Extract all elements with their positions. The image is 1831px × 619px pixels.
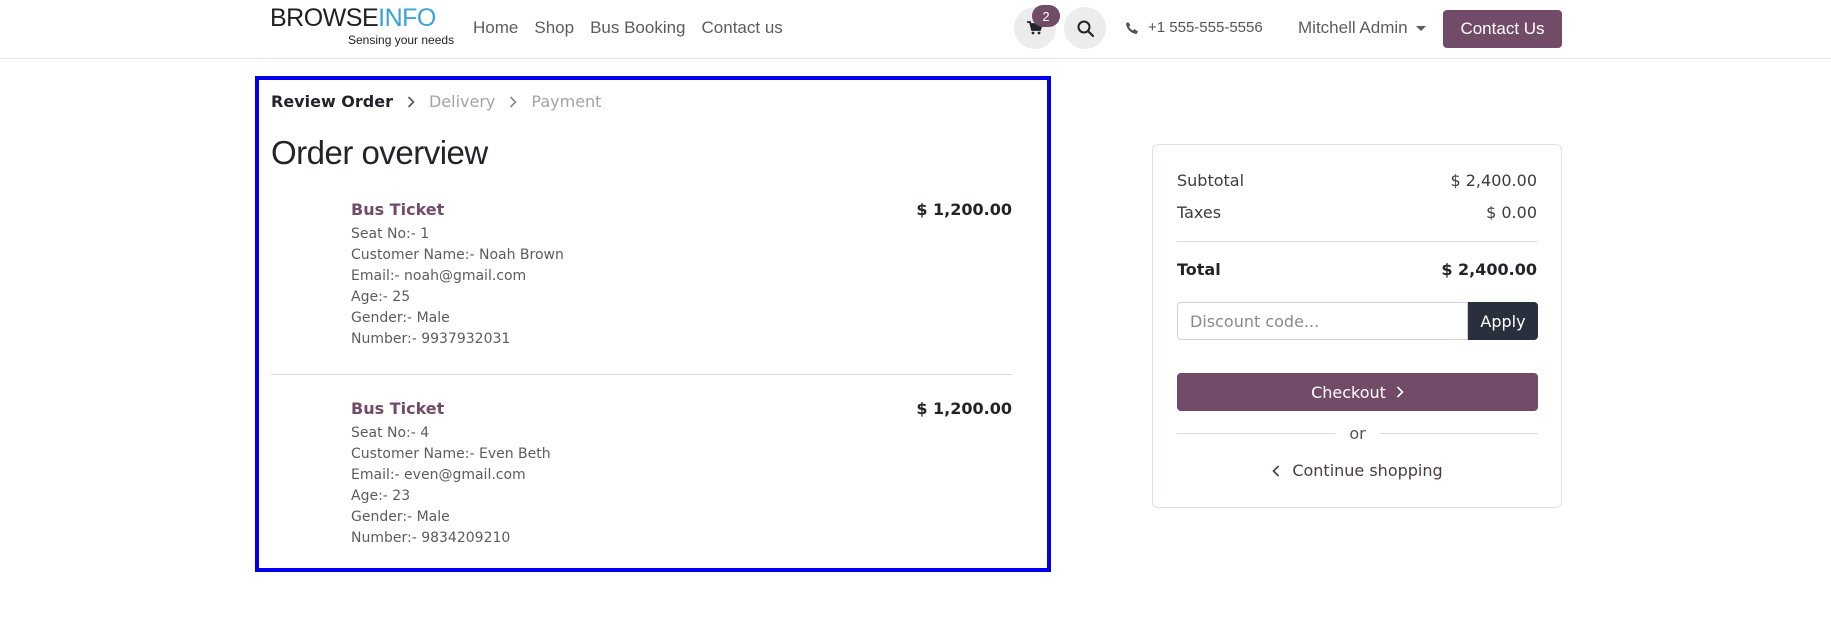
- total-value: $ 2,400.00: [1441, 260, 1537, 279]
- summary-divider: [1177, 241, 1537, 242]
- line-price: $ 1,200.00: [916, 399, 1012, 418]
- checkout-label: Checkout: [1311, 382, 1386, 402]
- customer-number: Number:- 9834209210: [351, 530, 511, 546]
- logo-tagline: Sensing your needs: [348, 33, 455, 47]
- search-icon: [1077, 20, 1094, 37]
- customer-name: Customer Name:- Noah Brown: [351, 247, 564, 263]
- continue-shopping-link[interactable]: Continue shopping: [1177, 461, 1538, 480]
- checkout-button[interactable]: Checkout: [1177, 373, 1538, 411]
- taxes-label: Taxes: [1177, 203, 1222, 222]
- discount-code-input[interactable]: [1177, 302, 1468, 340]
- total-label: Total: [1177, 260, 1221, 279]
- or-separator: or: [1177, 424, 1538, 443]
- page-title: Order overview: [271, 134, 488, 171]
- site-header: BROWSEINFO Sensing your needs Home Shop …: [0, 0, 1831, 59]
- subtotal-label: Subtotal: [1177, 171, 1245, 190]
- nav-home[interactable]: Home: [473, 18, 518, 38]
- nav-contact-us[interactable]: Contact us: [702, 18, 783, 38]
- taxes-value: $ 0.00: [1486, 203, 1537, 222]
- line-price: $ 1,200.00: [916, 200, 1012, 219]
- brand-logo[interactable]: BROWSEINFO Sensing your needs: [270, 4, 454, 52]
- total-row: Total $ 2,400.00: [1177, 260, 1537, 279]
- search-button[interactable]: [1064, 7, 1106, 49]
- customer-gender: Gender:- Male: [351, 509, 450, 525]
- customer-email: Email:- noah@gmail.com: [351, 268, 527, 284]
- or-text: or: [1349, 424, 1366, 443]
- product-name-link[interactable]: Bus Ticket: [351, 200, 444, 219]
- user-menu-dropdown[interactable]: Mitchell Admin: [1298, 18, 1426, 38]
- order-summary-card: Subtotal $ 2,400.00 Taxes $ 0.00 Total $…: [1152, 144, 1562, 508]
- product-name-link[interactable]: Bus Ticket: [351, 399, 444, 418]
- contact-us-button[interactable]: Contact Us: [1443, 10, 1562, 48]
- chevron-right-icon: [1396, 386, 1404, 398]
- nav-shop[interactable]: Shop: [534, 18, 574, 38]
- customer-age: Age:- 25: [351, 289, 411, 305]
- cart-line-item: Bus Ticket $ 1,200.00 Seat No:- 1 Custom…: [271, 200, 1012, 350]
- subtotal-row: Subtotal $ 2,400.00: [1177, 171, 1537, 190]
- step-delivery[interactable]: Delivery: [429, 92, 495, 111]
- main-nav: Home Shop Bus Booking Contact us: [473, 18, 799, 38]
- cart-line-item: Bus Ticket $ 1,200.00 Seat No:- 4 Custom…: [271, 399, 1012, 549]
- logo-wordmark: BROWSEINFO: [270, 4, 436, 32]
- chevron-right-icon: [509, 95, 518, 108]
- subtotal-value: $ 2,400.00: [1450, 171, 1537, 190]
- customer-age: Age:- 23: [351, 488, 411, 504]
- nav-bus-booking[interactable]: Bus Booking: [590, 18, 685, 38]
- caret-down-icon: [1415, 25, 1426, 31]
- user-name: Mitchell Admin: [1298, 18, 1408, 37]
- chevron-left-icon: [1272, 464, 1280, 477]
- customer-email: Email:- even@gmail.com: [351, 467, 526, 483]
- customer-name: Customer Name:- Even Beth: [351, 446, 551, 462]
- continue-shopping-label: Continue shopping: [1292, 461, 1443, 480]
- chevron-right-icon: [407, 95, 415, 108]
- cart-count-badge: 2: [1032, 5, 1060, 27]
- seat-no: Seat No:- 1: [351, 226, 430, 242]
- item-divider: [271, 374, 1012, 375]
- separator-line: [1379, 433, 1538, 434]
- checkout-steps-breadcrumb: Review Order Delivery Payment: [271, 92, 601, 111]
- phone-contact[interactable]: +1 555-555-5556: [1125, 19, 1263, 36]
- seat-no: Seat No:- 4: [351, 425, 430, 441]
- phone-icon: [1126, 21, 1138, 34]
- step-review-order: Review Order: [271, 92, 393, 111]
- customer-number: Number:- 9937932031: [351, 331, 511, 347]
- phone-number: +1 555-555-5556: [1148, 19, 1263, 36]
- taxes-row: Taxes $ 0.00: [1177, 203, 1537, 222]
- apply-discount-button[interactable]: Apply: [1468, 302, 1538, 340]
- separator-line: [1177, 433, 1336, 434]
- step-payment[interactable]: Payment: [531, 92, 601, 111]
- customer-gender: Gender:- Male: [351, 310, 450, 326]
